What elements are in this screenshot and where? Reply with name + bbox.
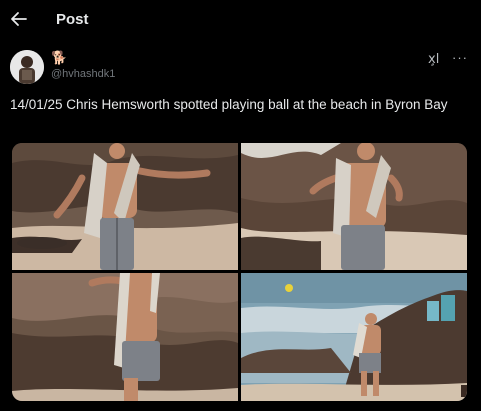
tweet-text: 14/01/25 Chris Hemsworth spotted playing… xyxy=(10,97,448,112)
avatar[interactable] xyxy=(10,50,44,84)
media-photo-4[interactable] xyxy=(241,273,467,401)
post-header: Post xyxy=(0,0,481,40)
author-handle[interactable]: @hvhashdk1 xyxy=(51,68,115,80)
media-photo-2[interactable] xyxy=(241,143,467,270)
media-photo-1[interactable] xyxy=(12,143,238,270)
more-options-icon[interactable]: ··· xyxy=(452,50,468,65)
media-photo-3[interactable] xyxy=(12,273,238,401)
author-name[interactable]: 🐕 xyxy=(51,50,67,66)
media-grid xyxy=(12,143,467,401)
grok-icon[interactable]: x̧l xyxy=(428,52,439,67)
page-title: Post xyxy=(56,11,89,28)
arrow-left-icon[interactable] xyxy=(10,9,28,29)
